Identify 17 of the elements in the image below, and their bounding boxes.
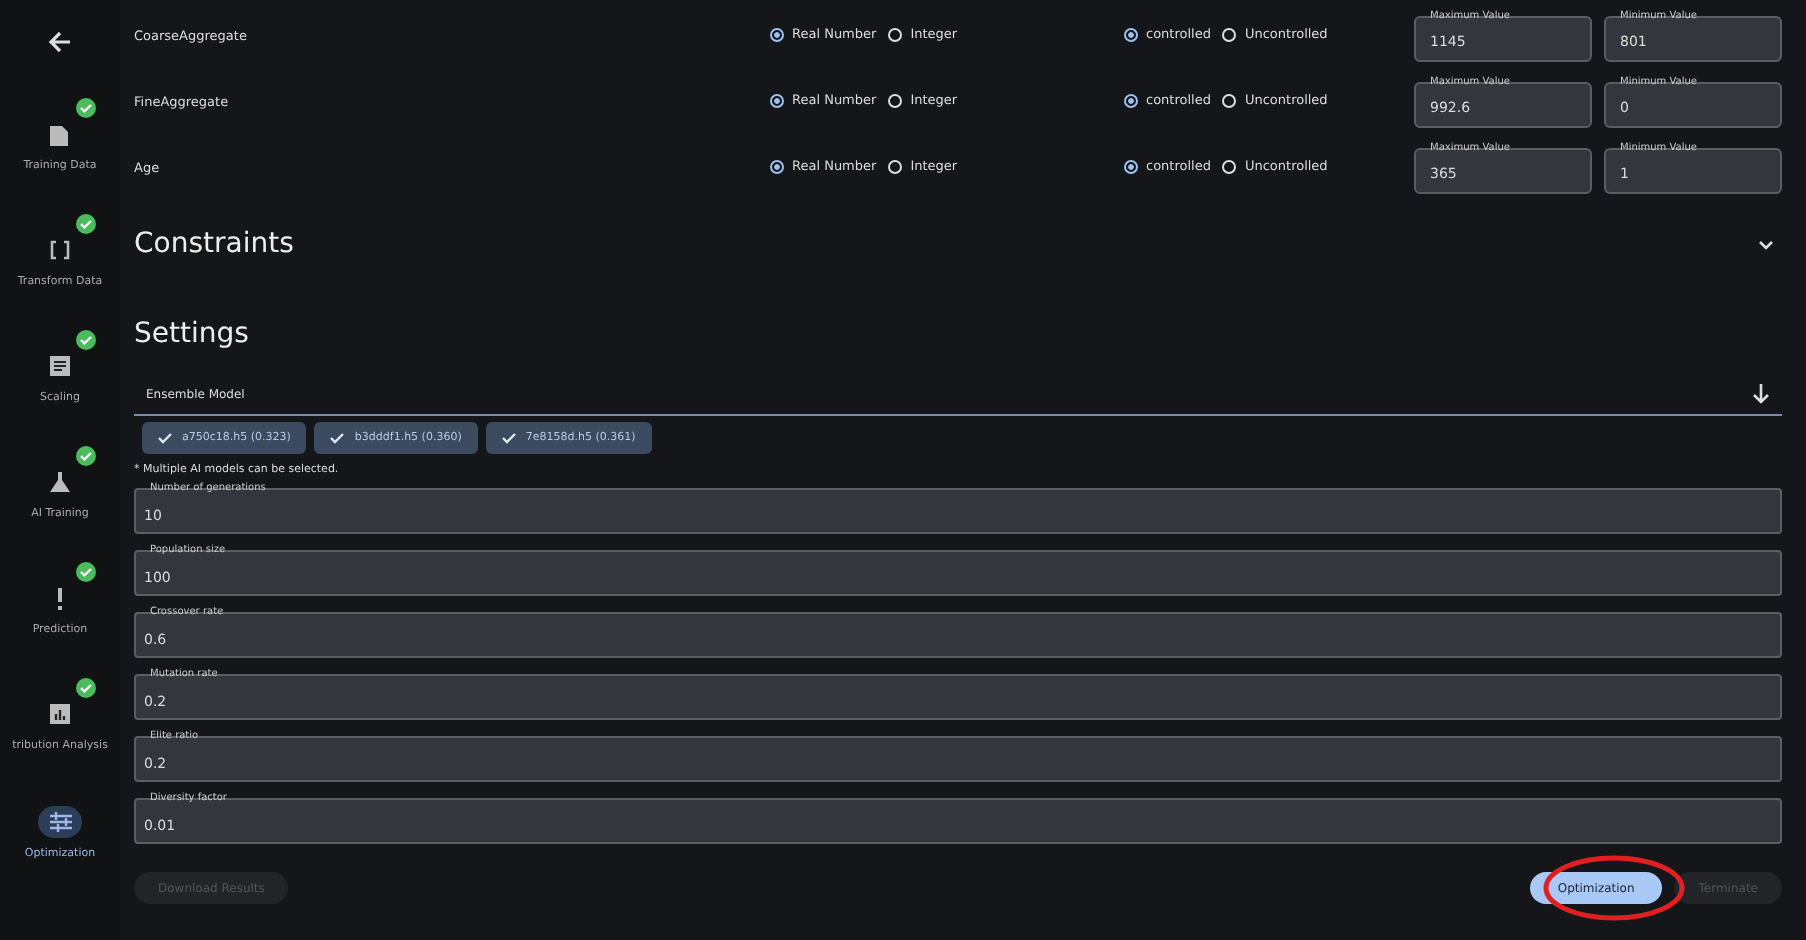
document-icon <box>50 356 70 376</box>
highlight-ellipse <box>1542 854 1686 922</box>
down-arrow-icon <box>1752 384 1770 404</box>
chevron-icon[interactable] <box>1758 239 1774 249</box>
back-arrow-icon[interactable] <box>48 30 72 54</box>
exclamation-icon <box>56 587 64 609</box>
flask-icon <box>50 472 70 492</box>
bar-chart-icon <box>50 704 70 724</box>
file-icon <box>50 123 70 145</box>
nav-icon-button[interactable] <box>38 806 82 838</box>
section-title: Constraints <box>134 228 294 260</box>
checkmark-icon <box>158 432 172 444</box>
checkmark-icon <box>501 432 516 444</box>
section-title: Settings <box>134 318 249 350</box>
brackets-icon <box>50 240 70 260</box>
sliders-icon <box>49 812 71 832</box>
checkmark-icon <box>330 432 345 444</box>
